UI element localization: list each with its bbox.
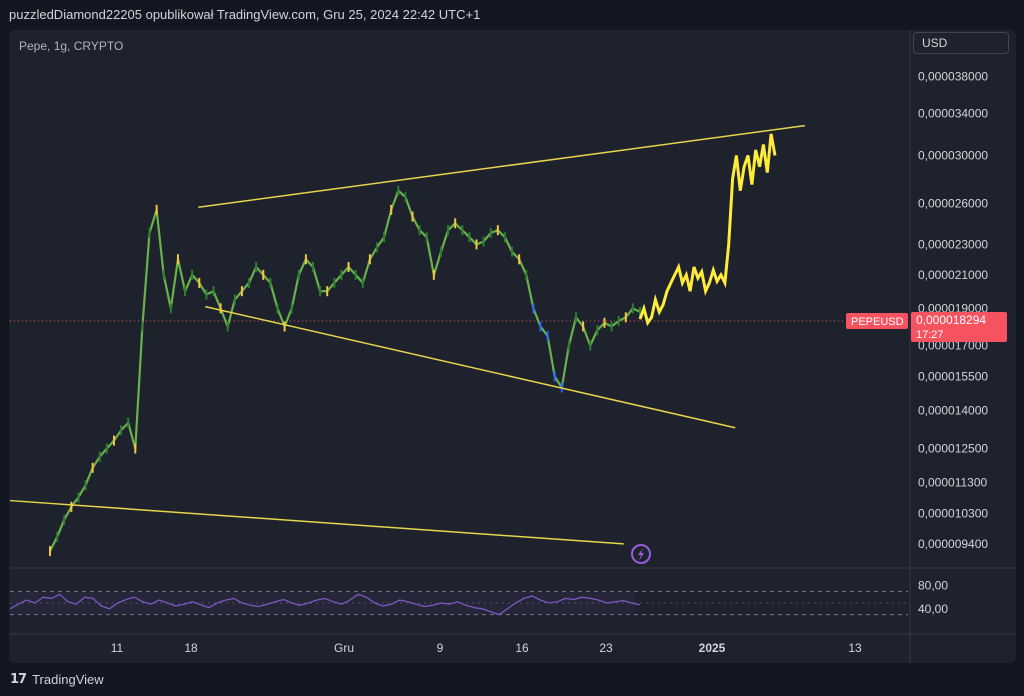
countdown-timer: 17:27 (916, 329, 944, 341)
rsi-tick-label: 40,00 (918, 602, 948, 616)
tradingview-logo-icon: 17 (10, 672, 27, 687)
y-tick-label: 0,000021000 (918, 268, 988, 282)
y-tick-label: 0,000030000 (918, 148, 988, 162)
y-tick-label: 0,000038000 (918, 69, 988, 83)
trendline (198, 124, 806, 208)
y-tick-label: 0,000026000 (918, 196, 988, 210)
y-tick-label: 0,000009400 (918, 537, 988, 551)
x-tick-label: 23 (599, 641, 613, 655)
y-tick-label: 0,000010300 (918, 506, 988, 520)
x-tick-label: Gru (334, 641, 354, 655)
lightning-icon[interactable] (631, 544, 651, 564)
y-tick-label: 0,000023000 (918, 237, 988, 251)
current-price-value: 0,000018294 (916, 313, 986, 327)
x-tick-label: 13 (848, 641, 862, 655)
y-tick-label: 0,000014000 (918, 404, 988, 418)
x-tick-label: 18 (184, 641, 198, 655)
x-tick-label: 16 (515, 641, 529, 655)
brand-name: TradingView (32, 672, 104, 687)
y-tick-label: 0,000012500 (918, 442, 988, 456)
lightning-icon-bolt (638, 548, 644, 561)
x-tick-label: 11 (111, 641, 124, 655)
symbol-label: PEPEUSD (851, 316, 904, 328)
trendline (205, 305, 736, 429)
price-chart[interactable]: 0,000038000 0,000034000 0,000030000 0,00002… (0, 0, 1024, 696)
x-tick-label: 9 (437, 641, 444, 655)
price-series-line (49, 188, 641, 552)
rsi-tick-label: 80,00 (918, 579, 948, 593)
y-tick-label: 0,000034000 (918, 107, 988, 121)
y-tick-label: 0,000011300 (918, 475, 988, 489)
trendline (9, 499, 624, 545)
y-tick-label: 0,000015500 (918, 370, 988, 384)
projection-series-line (638, 133, 777, 327)
x-tick-label: 2025 (699, 641, 726, 655)
footer: 17 TradingView (0, 663, 1024, 696)
